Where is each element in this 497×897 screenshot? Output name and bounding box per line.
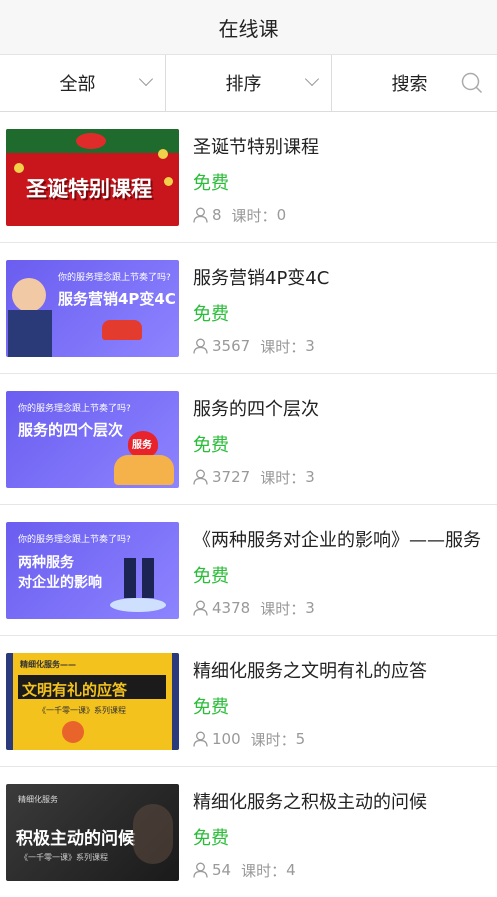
course-item[interactable]: 精细化服务 积极主动的问候 《一千零一课》系列课程 精细化服务之积极主动的问候 … [0, 767, 497, 897]
course-meta: 3727 课时： 3 [193, 467, 497, 488]
student-count: 100 [212, 730, 241, 748]
lesson-count: 0 [276, 206, 287, 224]
thumbnail-title: 文明有礼的应答 [22, 680, 128, 699]
course-title: 圣诞节特别课程 [193, 136, 319, 158]
course-title: 精细化服务之积极主动的问候 [193, 791, 427, 813]
thumbnail-series: 《一千零一课》系列课程 [38, 705, 126, 715]
thumbnail-title: 积极主动的问候 [16, 828, 135, 849]
lessons-label: 课时： [260, 599, 306, 618]
student-count: 54 [212, 861, 232, 879]
student-count: 8 [212, 206, 222, 224]
thumbnail-title: 圣诞特别课程 [26, 176, 152, 201]
lesson-count: 3 [305, 468, 315, 486]
course-item[interactable]: 你的服务理念跟上节奏了吗? 服务的四个层次 服务 服务的四个层次 免费 3727… [0, 374, 497, 505]
search-button[interactable]: 搜索 [331, 55, 497, 111]
course-price: 免费 [193, 172, 229, 194]
thumbnail-title: 服务营销4P变4C [58, 289, 176, 308]
lesson-count: 3 [305, 599, 315, 617]
lessons-label: 课时： [260, 337, 306, 356]
thumbnail-badge: 服务 [132, 439, 152, 451]
thumbnail-subtitle: 对企业的影响 [18, 574, 102, 591]
filter-sort-label: 排序 [225, 74, 262, 95]
lesson-count: 5 [295, 730, 306, 748]
course-info: 服务营销4P变4C 免费 3567 课时： 3 [193, 260, 497, 357]
course-info: 《两种服务对企业的影响》——服务 免费 4378 课时： 3 [193, 522, 497, 619]
page-title: 在线课 [218, 16, 279, 41]
student-count: 3567 [212, 337, 251, 355]
course-thumbnail: 你的服务理念跟上节奏了吗? 服务的四个层次 服务 [6, 390, 179, 488]
thumbnail-title: 服务的四个层次 [18, 420, 124, 439]
chevron-down-icon [138, 71, 154, 87]
course-price: 免费 [193, 696, 229, 718]
filter-bar: 全部 排序 搜索 [0, 55, 497, 112]
course-price: 免费 [193, 303, 229, 325]
lessons-label: 课时： [241, 861, 287, 880]
filter-all[interactable]: 全部 [0, 55, 165, 111]
course-title: 服务营销4P变4C [193, 267, 330, 289]
lesson-count: 3 [305, 337, 315, 355]
student-count: 4378 [212, 599, 251, 617]
course-thumbnail: 你的服务理念跟上节奏了吗? 两种服务 对企业的影响 [6, 521, 179, 619]
course-price: 免费 [193, 434, 229, 456]
user-icon [193, 338, 208, 354]
course-meta: 4378 课时： 3 [193, 598, 497, 619]
thumbnail-tagline: 你的服务理念跟上节奏了吗? [58, 272, 171, 283]
user-icon [193, 731, 208, 747]
lesson-count: 4 [286, 861, 296, 879]
course-item[interactable]: 你的服务理念跟上节奏了吗? 服务营销4P变4C 服务营销4P变4C 免费 356… [0, 243, 497, 374]
thumbnail-title: 两种服务 [18, 554, 74, 571]
thumbnail-tagline: 你的服务理念跟上节奏了吗? [18, 403, 131, 414]
thumbnail-series: 《一千零一课》系列课程 [20, 852, 108, 862]
lessons-label: 课时： [231, 206, 277, 225]
course-thumbnail: 精细化服务 积极主动的问候 《一千零一课》系列课程 [6, 783, 179, 881]
search-icon [461, 72, 483, 94]
course-meta: 3567 课时： 3 [193, 336, 497, 357]
course-thumbnail: 你的服务理念跟上节奏了吗? 服务营销4P变4C [6, 259, 179, 357]
thumbnail-tagline: 你的服务理念跟上节奏了吗? [18, 534, 131, 545]
course-info: 服务的四个层次 免费 3727 课时： 3 [193, 391, 497, 488]
user-icon [193, 207, 208, 223]
user-icon [193, 600, 208, 616]
course-list: 圣诞特别课程 圣诞节特别课程 免费 8 课时： 0 你的服务理念跟上节奏了吗? … [0, 112, 497, 897]
course-info: 圣诞节特别课程 免费 8 课时： 0 [193, 129, 497, 226]
course-thumbnail: 精细化服务—— 文明有礼的应答 《一千零一课》系列课程 [6, 652, 179, 750]
course-meta: 100 课时： 5 [193, 729, 497, 750]
top-bar: 在线课 [0, 0, 497, 55]
filter-sort[interactable]: 排序 [165, 55, 331, 111]
course-item[interactable]: 圣诞特别课程 圣诞节特别课程 免费 8 课时： 0 [0, 112, 497, 243]
course-meta: 54 课时： 4 [193, 860, 497, 881]
lessons-label: 课时： [260, 468, 306, 487]
course-item[interactable]: 你的服务理念跟上节奏了吗? 两种服务 对企业的影响 《两种服务对企业的影响》——… [0, 505, 497, 636]
search-label: 搜索 [391, 74, 428, 95]
lessons-label: 课时： [250, 730, 296, 749]
course-item[interactable]: 精细化服务—— 文明有礼的应答 《一千零一课》系列课程 精细化服务之文明有礼的应… [0, 636, 497, 767]
course-title: 《两种服务对企业的影响》——服务 [193, 529, 481, 551]
course-info: 精细化服务之文明有礼的应答 免费 100 课时： 5 [193, 653, 497, 750]
course-info: 精细化服务之积极主动的问候 免费 54 课时： 4 [193, 784, 497, 881]
student-count: 3727 [212, 468, 251, 486]
course-meta: 8 课时： 0 [193, 205, 497, 226]
course-price: 免费 [193, 827, 229, 849]
course-price: 免费 [193, 565, 229, 587]
thumbnail-tagline: 精细化服务 [18, 794, 58, 804]
thumbnail-tagline: 精细化服务—— [20, 659, 76, 669]
user-icon [193, 469, 208, 485]
course-thumbnail: 圣诞特别课程 [6, 128, 179, 226]
course-title: 精细化服务之文明有礼的应答 [193, 660, 427, 682]
filter-all-label: 全部 [59, 74, 96, 95]
user-icon [193, 862, 208, 878]
course-title: 服务的四个层次 [193, 398, 319, 420]
chevron-down-icon [304, 71, 320, 87]
